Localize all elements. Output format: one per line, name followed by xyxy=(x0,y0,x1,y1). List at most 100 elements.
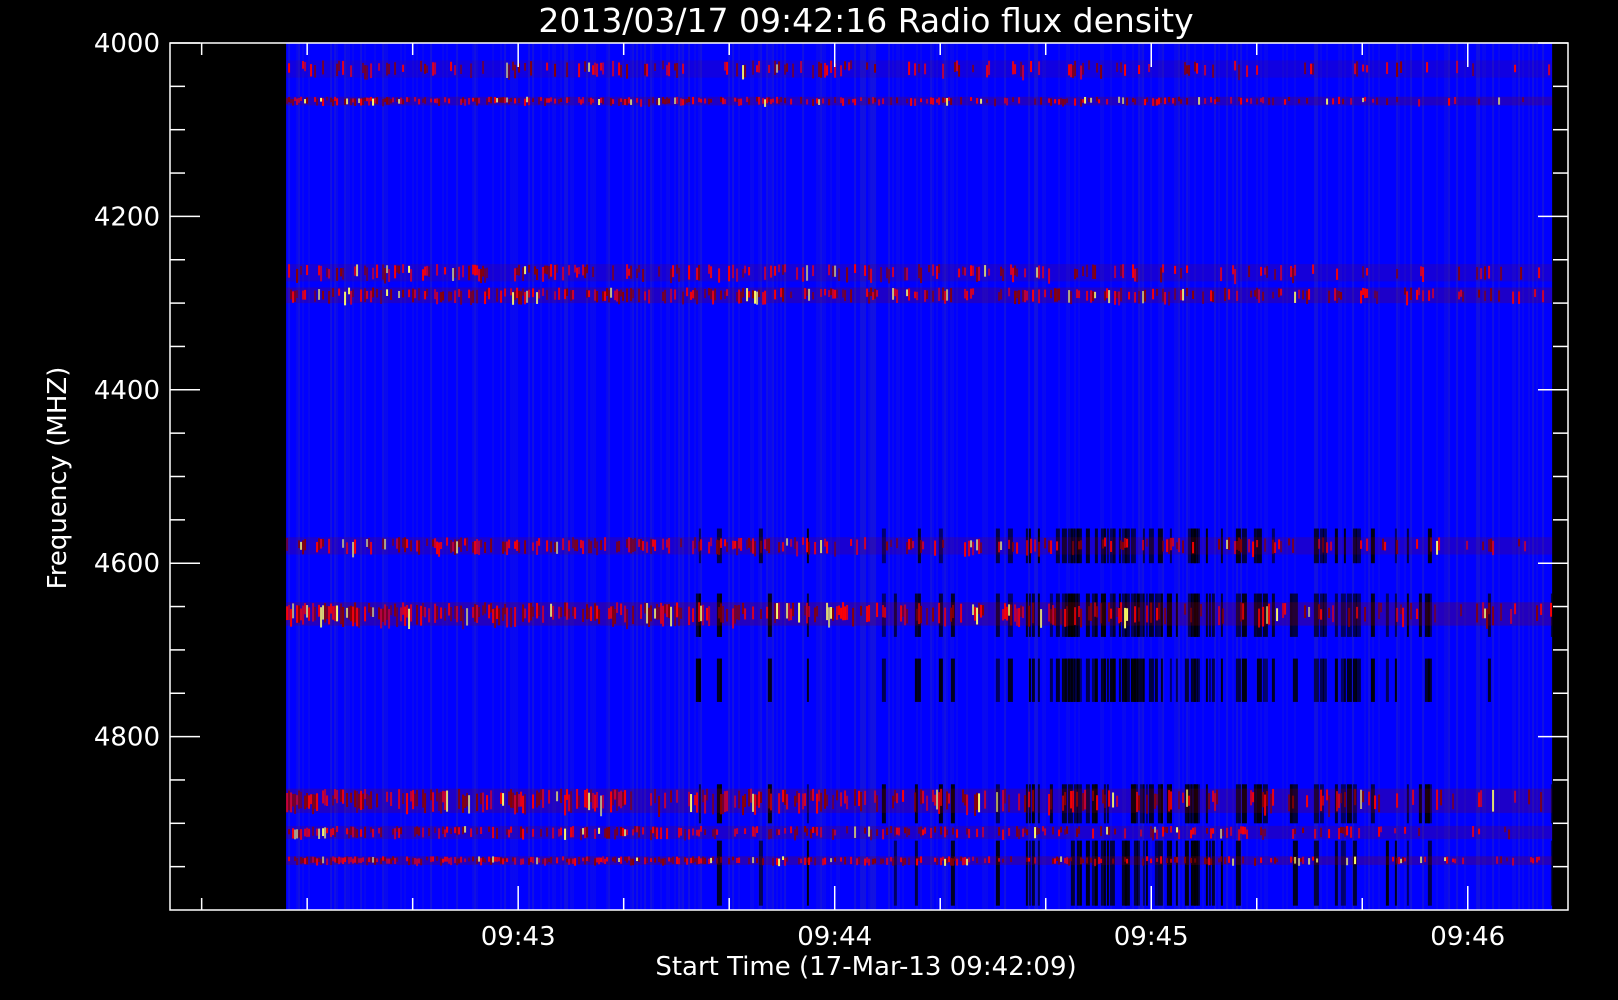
heatmap-bright-cell xyxy=(560,827,563,836)
heatmap-bright-cell xyxy=(906,289,909,297)
heatmap-streak xyxy=(296,43,299,910)
heatmap-bright-cell xyxy=(550,603,553,617)
heatmap-bright-cell xyxy=(1292,538,1295,553)
heatmap-bright-cell xyxy=(458,539,461,548)
heatmap-bright-cell xyxy=(812,65,815,79)
heatmap-bright-cell xyxy=(586,788,589,809)
heatmap-bright-cell xyxy=(1188,65,1191,76)
heatmap-bright-cell xyxy=(568,858,571,865)
heatmap-bright-cell xyxy=(736,98,739,102)
heatmap-bright-cell xyxy=(654,539,657,552)
heatmap-bright-cell xyxy=(1436,540,1439,555)
heatmap-bright-cell xyxy=(342,857,345,865)
heatmap-bright-cell xyxy=(436,788,439,802)
heatmap-bright-cell xyxy=(372,856,375,863)
heatmap-bright-cell xyxy=(1360,789,1363,809)
heatmap-bright-cell xyxy=(834,829,837,836)
heatmap-bright-cell xyxy=(426,538,429,546)
heatmap-bright-cell xyxy=(552,827,555,839)
heatmap-bright-cell xyxy=(386,791,389,802)
heatmap-bright-cell xyxy=(662,291,665,301)
heatmap-bright-cell xyxy=(406,97,409,102)
heatmap-bright-cell xyxy=(322,605,325,620)
heatmap-bright-cell xyxy=(794,537,797,549)
heatmap-bright-cell xyxy=(442,858,445,863)
heatmap-bright-cell xyxy=(384,98,387,102)
heatmap-bright-cell xyxy=(476,858,479,864)
heatmap-bright-cell xyxy=(648,607,651,627)
heatmap-bright-cell xyxy=(1452,858,1455,863)
heatmap-bright-cell xyxy=(588,539,591,554)
heatmap-bright-cell xyxy=(318,857,321,863)
heatmap-streak xyxy=(966,43,969,910)
heatmap-bright-cell xyxy=(320,97,323,102)
heatmap-bright-cell xyxy=(572,606,575,617)
heatmap-dark-cell xyxy=(1196,658,1200,702)
heatmap-bright-cell xyxy=(700,605,703,622)
heatmap-bright-cell xyxy=(1162,288,1165,302)
heatmap-bright-cell xyxy=(1078,826,1081,834)
heatmap-streak xyxy=(1422,43,1425,910)
heatmap-bright-cell xyxy=(1490,538,1493,552)
heatmap-bright-cell xyxy=(1102,789,1105,804)
heatmap-bright-cell xyxy=(738,98,741,106)
heatmap-bright-cell xyxy=(400,607,403,622)
heatmap-bright-cell xyxy=(354,790,357,808)
heatmap-dark-cell xyxy=(1142,840,1145,906)
heatmap-bright-cell xyxy=(1210,828,1213,839)
heatmap-bright-cell xyxy=(306,827,309,838)
heatmap-bright-cell xyxy=(1200,604,1203,617)
heatmap-bright-cell xyxy=(930,828,933,838)
heatmap-bright-cell xyxy=(316,541,319,553)
heatmap-bright-cell xyxy=(702,789,705,803)
heatmap-bright-cell xyxy=(1362,64,1365,72)
heatmap-bright-cell xyxy=(742,288,745,298)
heatmap-bright-cell xyxy=(1174,857,1177,863)
heatmap-bright-cell xyxy=(728,265,731,282)
heatmap-streak xyxy=(650,43,653,910)
heatmap-bright-cell xyxy=(1138,65,1141,74)
heatmap-bright-cell xyxy=(366,290,369,299)
heatmap-bright-cell xyxy=(1238,829,1241,841)
heatmap-bright-cell xyxy=(304,539,307,551)
heatmap-bright-cell xyxy=(1036,827,1039,835)
heatmap-bright-cell xyxy=(596,605,599,619)
heatmap-streak xyxy=(728,43,731,910)
heatmap-bright-cell xyxy=(334,605,337,622)
heatmap-bright-cell xyxy=(808,288,811,301)
heatmap-bright-cell xyxy=(434,827,437,834)
heatmap-bright-cell xyxy=(1016,290,1019,299)
heatmap-bright-cell xyxy=(1012,97,1015,102)
heatmap-dark-cell xyxy=(1313,840,1319,906)
heatmap-bright-cell xyxy=(930,97,933,105)
heatmap-bright-cell xyxy=(1290,265,1293,278)
heatmap-bright-cell xyxy=(1210,858,1213,865)
heatmap-streak xyxy=(1158,43,1161,910)
heatmap-bright-cell xyxy=(408,857,411,866)
heatmap-bright-cell xyxy=(1146,856,1149,862)
heatmap-bright-cell xyxy=(908,288,911,301)
heatmap-streak xyxy=(946,43,949,910)
heatmap-bright-cell xyxy=(288,63,291,73)
heatmap-dark-cell xyxy=(1205,658,1208,702)
heatmap-bright-cell xyxy=(824,538,827,547)
heatmap-bright-cell xyxy=(394,603,397,617)
heatmap-bright-cell xyxy=(524,608,527,619)
heatmap-bright-cell xyxy=(506,829,509,835)
heatmap-bright-cell xyxy=(586,856,589,862)
heatmap-bright-cell xyxy=(292,793,295,807)
heatmap-bright-cell xyxy=(958,65,961,77)
heatmap-bright-cell xyxy=(836,790,839,801)
heatmap-bright-cell xyxy=(968,829,971,838)
heatmap-bright-cell xyxy=(1396,96,1399,103)
heatmap-dark-cell xyxy=(1037,840,1040,906)
heatmap-bright-cell xyxy=(778,99,781,104)
heatmap-bright-cell xyxy=(758,791,761,808)
heatmap-bright-cell xyxy=(782,789,785,803)
heatmap-bright-cell xyxy=(778,602,781,620)
heatmap-bright-cell xyxy=(684,98,687,105)
heatmap-streak xyxy=(1214,43,1217,910)
heatmap-bright-cell xyxy=(994,98,997,107)
heatmap-bright-cell xyxy=(508,98,511,105)
heatmap-bright-cell xyxy=(804,605,807,616)
